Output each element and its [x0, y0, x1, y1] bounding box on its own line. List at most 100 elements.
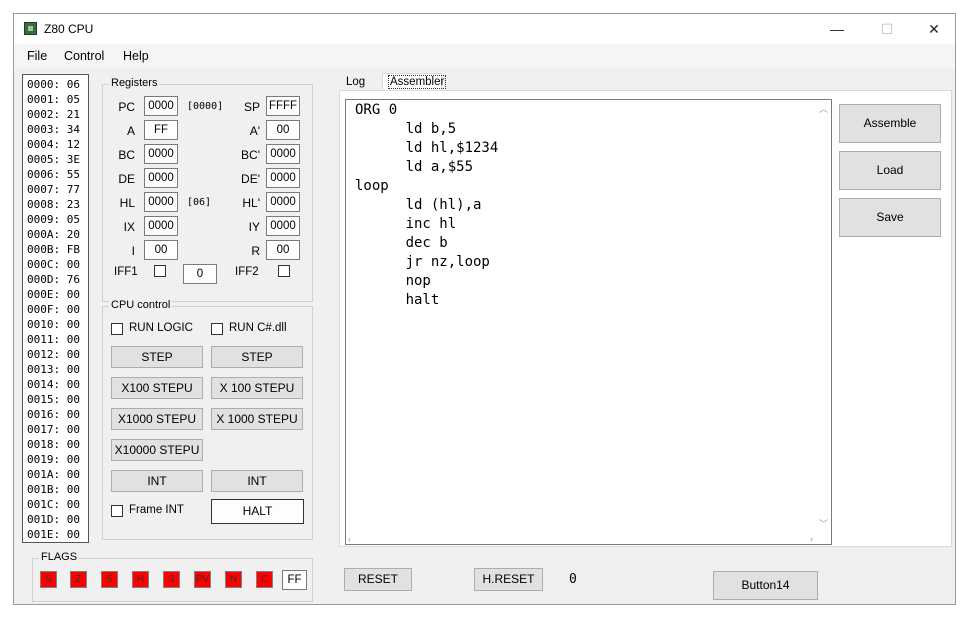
menu-file[interactable]: File [27, 49, 47, 63]
memory-row[interactable]: 0018: 00 [27, 437, 88, 452]
r-field[interactable]: 00 [266, 240, 300, 260]
memory-row[interactable]: 0005: 3E [27, 152, 88, 167]
de-alt-label: DE' [241, 172, 260, 186]
sp-field[interactable]: FFFF [266, 96, 300, 116]
scroll-up-icon[interactable]: ︿ [819, 102, 828, 115]
int-button-left[interactable]: INT [111, 470, 203, 492]
memory-row[interactable]: 001A: 00 [27, 467, 88, 482]
memory-row[interactable]: 0007: 77 [27, 182, 88, 197]
memory-row[interactable]: 000F: 00 [27, 302, 88, 317]
hreset-button[interactable]: H.RESET [474, 568, 543, 591]
tab-log[interactable]: Log [346, 76, 365, 88]
frame-int-checkbox[interactable] [111, 505, 123, 517]
i-label: I [131, 244, 135, 258]
button14[interactable]: Button14 [713, 571, 818, 600]
frame-int-label: Frame INT [129, 504, 184, 516]
menu-bar: File Control Help [14, 44, 955, 68]
memory-row[interactable]: 0001: 05 [27, 92, 88, 107]
flags-value-field[interactable]: FF [282, 570, 307, 590]
x1000-step-button-right[interactable]: X 1000 STEPU [211, 408, 303, 430]
run-csharp-label: RUN C#.dll [229, 322, 287, 334]
de-alt-field[interactable]: 0000 [266, 168, 300, 188]
memory-row[interactable]: 000B: FB [27, 242, 88, 257]
bc-alt-field[interactable]: 0000 [266, 144, 300, 164]
a-field[interactable]: FF [144, 120, 178, 140]
bc-alt-label: BC' [241, 148, 260, 162]
memory-row[interactable]: 0006: 55 [27, 167, 88, 182]
memory-list[interactable]: 0000: 06 0001: 05 0002: 21 0003: 34 0004: 12… [22, 74, 89, 543]
memory-row[interactable]: 0003: 34 [27, 122, 88, 137]
menu-control[interactable]: Control [64, 49, 104, 63]
iy-field[interactable]: 0000 [266, 216, 300, 236]
run-csharp-checkbox[interactable] [211, 323, 223, 335]
flag-bit[interactable]: Z [70, 571, 87, 588]
assembler-code[interactable]: ORG 0 ld b,5 ld hl,$1234 ld a,$55 loop l… [355, 101, 498, 310]
halt-button[interactable]: HALT [211, 499, 304, 524]
memory-row[interactable]: 0002: 21 [27, 107, 88, 122]
memory-row[interactable]: 0017: 00 [27, 422, 88, 437]
load-button[interactable]: Load [839, 151, 941, 190]
x1000-step-button-left[interactable]: X1000 STEPU [111, 408, 203, 430]
memory-row[interactable]: 0008: 23 [27, 197, 88, 212]
a-alt-field[interactable]: 00 [266, 120, 300, 140]
hl-field[interactable]: 0000 [144, 192, 178, 212]
iff2-checkbox[interactable] [278, 265, 290, 277]
scroll-left-icon[interactable]: ‹ [348, 534, 351, 544]
run-logic-checkbox[interactable] [111, 323, 123, 335]
flag-bit[interactable]: S [40, 571, 57, 588]
memory-row[interactable]: 001B: 00 [27, 482, 88, 497]
memory-row[interactable]: 001E: 00 [27, 527, 88, 542]
x100-step-button-right[interactable]: X 100 STEPU [211, 377, 303, 399]
memory-row[interactable]: 000D: 76 [27, 272, 88, 287]
flag-bit[interactable]: H [132, 571, 149, 588]
memory-row[interactable]: 0012: 00 [27, 347, 88, 362]
scroll-right-icon[interactable]: › [810, 534, 813, 544]
de-field[interactable]: 0000 [144, 168, 178, 188]
save-button[interactable]: Save [839, 198, 941, 237]
memory-row[interactable]: 0014: 00 [27, 377, 88, 392]
step-button-right[interactable]: STEP [211, 346, 303, 368]
int-button-right[interactable]: INT [211, 470, 303, 492]
hl-alt-field[interactable]: 0000 [266, 192, 300, 212]
bc-field[interactable]: 0000 [144, 144, 178, 164]
flag-bit[interactable]: 3 [163, 571, 180, 588]
assembler-editor[interactable]: ORG 0 ld b,5 ld hl,$1234 ld a,$55 loop l… [345, 99, 832, 545]
flag-bit[interactable]: N [225, 571, 242, 588]
flag-bit[interactable]: 5 [101, 571, 118, 588]
scroll-down-icon[interactable]: ﹀ [819, 517, 828, 530]
memory-row[interactable]: 0015: 00 [27, 392, 88, 407]
iff1-checkbox[interactable] [154, 265, 166, 277]
memory-row[interactable]: 000E: 00 [27, 287, 88, 302]
tab-assembler[interactable]: Assembler [388, 75, 447, 89]
step-button-left[interactable]: STEP [111, 346, 203, 368]
memory-row[interactable]: 0011: 00 [27, 332, 88, 347]
close-button[interactable]: ✕ [911, 14, 957, 44]
bc-label: BC [118, 148, 135, 162]
flag-bit[interactable]: PV [194, 571, 211, 588]
ix-field[interactable]: 0000 [144, 216, 178, 236]
memory-row[interactable]: 0000: 06 [27, 77, 88, 92]
memory-row[interactable]: 000A: 20 [27, 227, 88, 242]
memory-row[interactable]: 0010: 00 [27, 317, 88, 332]
memory-row[interactable]: 0004: 12 [27, 137, 88, 152]
assemble-button[interactable]: Assemble [839, 104, 941, 143]
menu-help[interactable]: Help [123, 49, 149, 63]
pc-field[interactable]: 0000 [144, 96, 178, 116]
iff2-label: IFF2 [235, 266, 259, 278]
memory-row[interactable]: 0019: 00 [27, 452, 88, 467]
x100-step-button-left[interactable]: X100 STEPU [111, 377, 203, 399]
memory-row[interactable]: 001C: 00 [27, 497, 88, 512]
minimize-button[interactable]: — [814, 14, 860, 44]
memory-row[interactable]: 0016: 00 [27, 407, 88, 422]
reset-button[interactable]: RESET [344, 568, 412, 591]
interrupt-mode-field[interactable]: 0 [183, 264, 217, 284]
memory-row[interactable]: 0013: 00 [27, 362, 88, 377]
memory-row[interactable]: 000C: 00 [27, 257, 88, 272]
memory-row[interactable]: 001D: 00 [27, 512, 88, 527]
x10000-step-button[interactable]: X10000 STEPU [111, 439, 203, 461]
flag-bit[interactable]: C [256, 571, 273, 588]
pc-label: PC [118, 100, 135, 114]
memory-row[interactable]: 0009: 05 [27, 212, 88, 227]
maximize-button[interactable]: ☐ [864, 14, 910, 44]
i-field[interactable]: 00 [144, 240, 178, 260]
